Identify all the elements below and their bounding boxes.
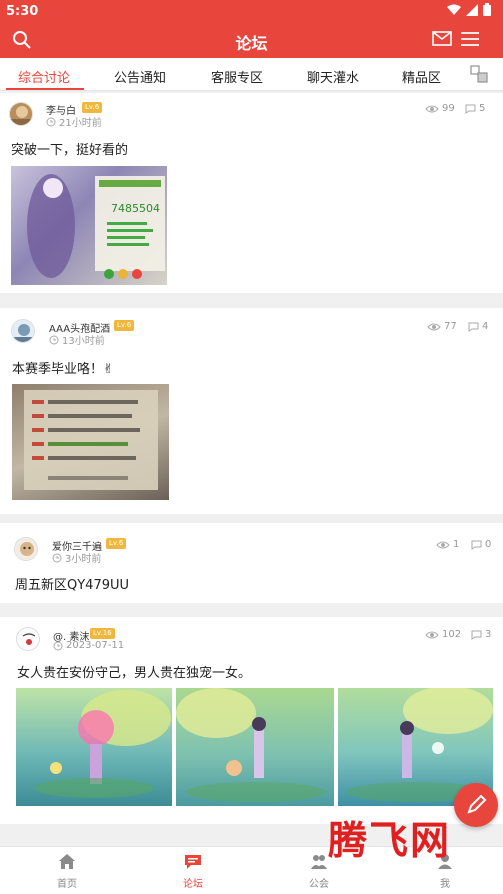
post-time-text: 2023-07-11 (66, 640, 125, 651)
view-count: 77 (427, 321, 457, 332)
tab-featured[interactable]: 精品区 (402, 67, 441, 86)
post-time: 21小时前 (46, 114, 102, 129)
post-time-text: 3小时前 (65, 554, 102, 565)
clock-icon (52, 553, 62, 562)
tab-announcements[interactable]: 公告通知 (114, 67, 166, 86)
nav-guild-label: 公会 (309, 879, 329, 890)
eye-icon (425, 631, 439, 638)
post-time: 13小时前 (49, 332, 105, 347)
post-time-text: 21小时前 (59, 118, 102, 129)
guild-icon (311, 855, 327, 869)
post-text[interactable]: 周五新区QY479UU (15, 574, 129, 593)
comment-count: 5 (465, 103, 485, 114)
wifi-icon (447, 4, 461, 15)
home-icon (59, 854, 75, 869)
clock-icon (49, 335, 59, 344)
new-post-button[interactable] (454, 783, 498, 827)
post-card[interactable]: @. 素沫 Lv.16 2023-07-11 102 3 女人贵在安份守己，男人… (0, 617, 503, 824)
level-badge: Lv.16 (90, 628, 115, 639)
active-tab-indicator (6, 88, 84, 90)
post-card[interactable]: AAA头孢配酒 Lv.6 13小时前 77 4 本赛季毕业咯！✌ (0, 308, 503, 514)
view-count: 102 (425, 629, 461, 640)
post-text[interactable]: 本赛季毕业咯！✌ (12, 358, 114, 377)
avatar[interactable] (16, 627, 40, 651)
clock-icon (46, 117, 56, 126)
status-time: 5:30 (6, 4, 39, 19)
signal-icon (466, 3, 478, 16)
eye-icon (425, 105, 439, 112)
post-image[interactable] (176, 688, 334, 806)
mail-icon[interactable] (432, 30, 452, 48)
post-text[interactable]: 女人贵在安份守己，男人贵在独宠一女。 (17, 662, 251, 681)
tab-chat[interactable]: 聊天灌水 (307, 67, 359, 86)
avatar[interactable] (11, 319, 35, 343)
nav-home[interactable]: 首页 (37, 853, 97, 890)
tab-support[interactable]: 客服专区 (211, 67, 263, 86)
battery-icon (483, 3, 491, 16)
screenshot-stat: 7485504 (111, 202, 160, 215)
post-image[interactable] (16, 688, 172, 806)
comment-icon (471, 540, 482, 550)
category-tabs: 综合讨论 公告通知 客服专区 聊天灌水 精品区 (0, 58, 503, 91)
comment-icon (465, 104, 476, 114)
comment-icon (468, 322, 479, 332)
post-card[interactable]: 李与白 Lv.6 21小时前 99 5 突破一下，挺好看的 7485504 (0, 93, 503, 293)
level-badge: Lv.6 (106, 538, 127, 549)
comment-count: 4 (468, 321, 488, 332)
view-count: 1 (436, 539, 459, 550)
status-bar: 5:30 (0, 0, 503, 22)
post-time-text: 13小时前 (62, 336, 105, 347)
menu-icon[interactable] (460, 30, 480, 48)
post-text[interactable]: 突破一下，挺好看的 (11, 139, 128, 158)
nav-forum-label: 论坛 (183, 879, 203, 890)
tab-general[interactable]: 综合讨论 (18, 67, 70, 86)
watermark: 腾飞网 (328, 818, 452, 864)
clock-icon (53, 641, 63, 650)
avatar[interactable] (14, 537, 38, 561)
view-count: 99 (425, 103, 455, 114)
level-badge: Lv.6 (114, 320, 135, 331)
avatar[interactable] (9, 102, 33, 126)
nav-home-label: 首页 (57, 879, 77, 890)
page-title: 论坛 (235, 34, 268, 53)
eye-icon (427, 323, 441, 330)
nav-me-label: 我 (440, 879, 450, 890)
eye-icon (436, 541, 450, 548)
nav-forum[interactable]: 论坛 (163, 853, 223, 890)
level-badge: Lv.6 (82, 102, 103, 113)
post-time: 2023-07-11 (53, 640, 124, 651)
app-bar: 论坛 (0, 22, 503, 58)
post-image[interactable]: 7485504 (11, 166, 167, 285)
system-icons (447, 3, 491, 16)
comment-count: 3 (471, 629, 491, 640)
comment-icon (471, 630, 482, 640)
edit-icon (467, 794, 487, 814)
post-image[interactable] (12, 384, 169, 500)
more-tabs-icon[interactable] (470, 65, 488, 83)
post-card[interactable]: 爱你三千遍 Lv.6 3小时前 1 0 周五新区QY479UU (0, 523, 503, 603)
post-time: 3小时前 (52, 550, 101, 565)
comment-count: 0 (471, 539, 491, 550)
chat-icon (185, 855, 201, 869)
